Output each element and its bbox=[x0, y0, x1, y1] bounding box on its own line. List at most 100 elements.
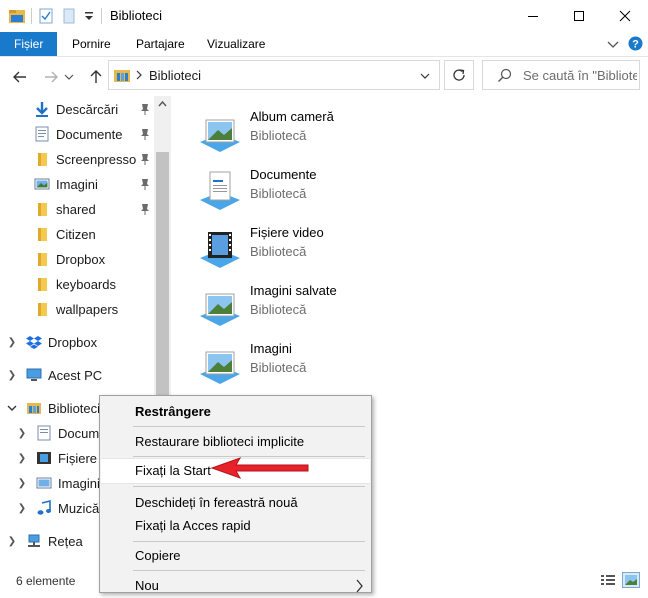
expand-chevron-icon[interactable]: ❯ bbox=[16, 502, 28, 514]
address-bar[interactable]: Biblioteci bbox=[108, 60, 440, 90]
expand-chevron-icon[interactable]: ❯ bbox=[16, 452, 28, 464]
close-button[interactable] bbox=[602, 0, 648, 32]
chevron-down-icon bbox=[64, 74, 74, 80]
pictures-icon bbox=[36, 477, 52, 489]
library-name: Documente bbox=[250, 167, 317, 182]
properties-icon[interactable] bbox=[38, 8, 54, 24]
nav-item-lib-pictures[interactable]: Imagini bbox=[36, 472, 100, 494]
menu-item-new[interactable]: Nou bbox=[101, 574, 370, 598]
tab-home[interactable]: Pornire bbox=[60, 32, 123, 56]
back-button[interactable] bbox=[9, 66, 31, 88]
menu-item-collapse[interactable]: Restrângere bbox=[101, 400, 370, 424]
nav-item-citizen[interactable]: Citizen bbox=[34, 223, 96, 245]
search-input[interactable]: Se caută în "Biblioteci" bbox=[523, 68, 637, 83]
nav-item-lib-music[interactable]: Muzică bbox=[36, 497, 99, 519]
nav-item-documents[interactable]: Documente bbox=[34, 123, 122, 145]
nav-item-label: Muzică bbox=[58, 500, 100, 516]
folder-icon bbox=[38, 278, 47, 291]
folder-icon bbox=[38, 303, 47, 316]
nav-item-label: Dropbox bbox=[48, 334, 98, 350]
tab-file[interactable]: Fișier bbox=[0, 32, 58, 56]
customize-toolbar-icon[interactable] bbox=[84, 8, 94, 24]
tab-view[interactable]: Vizualizare bbox=[195, 32, 277, 56]
pictures-library-icon bbox=[200, 351, 240, 384]
pin-icon[interactable] bbox=[139, 102, 151, 116]
pin-icon[interactable] bbox=[139, 177, 151, 191]
nav-item-label: Acest PC bbox=[48, 367, 103, 383]
nav-item-shared[interactable]: shared bbox=[34, 198, 96, 220]
folder-icon bbox=[38, 253, 47, 266]
library-item[interactable]: Fișiere video Bibliotecă bbox=[196, 224, 516, 282]
ribbon-tabs: Fișier Pornire Partajare Vizualizare ? bbox=[0, 32, 648, 57]
library-name: Imagini salvate bbox=[250, 283, 337, 298]
computer-icon bbox=[26, 368, 42, 381]
collapse-chevron-icon[interactable] bbox=[6, 402, 18, 414]
forward-button[interactable] bbox=[40, 66, 62, 88]
library-name: Fișiere video bbox=[250, 225, 324, 240]
expand-chevron-icon[interactable]: ❯ bbox=[6, 535, 18, 547]
library-item[interactable]: Imagini Bibliotecă bbox=[196, 340, 516, 398]
folder-icon bbox=[38, 203, 47, 216]
menu-item-restore-default-libraries[interactable]: Restaurare biblioteci implicite bbox=[101, 430, 370, 454]
pin-icon[interactable] bbox=[139, 202, 151, 216]
nav-item-dropbox[interactable]: Dropbox bbox=[26, 331, 97, 353]
minimize-button[interactable] bbox=[510, 0, 556, 32]
expand-chevron-icon[interactable]: ❯ bbox=[6, 336, 18, 348]
nav-item-downloads[interactable]: Descărcări bbox=[34, 98, 118, 120]
expand-ribbon-button[interactable] bbox=[606, 37, 620, 54]
library-item[interactable]: Documente Bibliotecă bbox=[196, 166, 516, 224]
maximize-button[interactable] bbox=[556, 0, 602, 32]
menu-separator bbox=[133, 426, 365, 427]
help-icon: ? bbox=[628, 36, 643, 51]
library-item[interactable]: Album cameră Bibliotecă bbox=[196, 108, 516, 166]
file-explorer-icon[interactable] bbox=[8, 8, 26, 24]
expand-chevron-icon[interactable]: ❯ bbox=[16, 477, 28, 489]
submenu-arrow-icon bbox=[356, 579, 363, 593]
menu-separator bbox=[133, 570, 365, 571]
large-icons-view-icon[interactable] bbox=[622, 572, 640, 588]
chevron-down-icon[interactable] bbox=[419, 70, 431, 82]
pictures-icon bbox=[34, 178, 50, 190]
videos-library-icon bbox=[200, 232, 240, 268]
nav-item-network[interactable]: Rețea bbox=[26, 530, 83, 552]
documents-library-icon bbox=[200, 171, 240, 210]
nav-item-label: Imagini bbox=[58, 475, 100, 491]
network-icon bbox=[28, 534, 40, 547]
tab-share[interactable]: Partajare bbox=[124, 32, 197, 56]
nav-item-label: Citizen bbox=[56, 226, 96, 242]
nav-item-screenpresso[interactable]: Screenpresso bbox=[34, 148, 136, 170]
nav-item-pictures[interactable]: Imagini bbox=[34, 173, 98, 195]
menu-item-open-in-new-window[interactable]: Deschideți în fereastră nouă bbox=[101, 491, 370, 515]
expand-chevron-icon[interactable]: ❯ bbox=[6, 369, 18, 381]
nav-item-keyboards[interactable]: keyboards bbox=[34, 273, 116, 295]
breadcrumb-chevron-icon[interactable] bbox=[135, 70, 143, 82]
menu-item-pin-to-quick-access[interactable]: Fixați la Acces rapid bbox=[101, 514, 370, 538]
search-box[interactable]: Se caută în "Biblioteci" bbox=[482, 60, 640, 90]
refresh-button[interactable] bbox=[444, 60, 474, 90]
expand-chevron-icon[interactable]: ❯ bbox=[16, 427, 28, 439]
up-button[interactable] bbox=[85, 66, 107, 88]
pin-icon[interactable] bbox=[139, 127, 151, 141]
saved-pictures-library-icon bbox=[200, 293, 240, 326]
recent-locations-button[interactable] bbox=[62, 66, 76, 88]
nav-item-label: Rețea bbox=[48, 533, 83, 549]
nav-item-libraries[interactable]: Biblioteci bbox=[26, 397, 100, 419]
library-item[interactable]: Imagini salvate Bibliotecă bbox=[196, 282, 516, 340]
menu-item-label: Nou bbox=[135, 578, 159, 593]
help-button[interactable]: ? bbox=[628, 36, 643, 54]
navigation-bar: Biblioteci Se caută în "Biblioteci" bbox=[0, 56, 648, 96]
nav-item-label: wallpapers bbox=[56, 301, 119, 317]
menu-item-label: Fixați la Start bbox=[135, 463, 211, 478]
pin-icon[interactable] bbox=[139, 152, 151, 166]
menu-separator bbox=[133, 541, 365, 542]
new-folder-icon[interactable] bbox=[62, 8, 76, 24]
scroll-up-icon[interactable] bbox=[158, 100, 167, 108]
menu-item-copy[interactable]: Copiere bbox=[101, 544, 370, 568]
arrow-left-icon bbox=[13, 71, 26, 83]
nav-item-this-pc[interactable]: Acest PC bbox=[26, 364, 102, 386]
title-bar: Biblioteci bbox=[0, 0, 648, 32]
nav-item-wallpapers[interactable]: wallpapers bbox=[34, 298, 118, 320]
nav-item-dropbox-folder[interactable]: Dropbox bbox=[34, 248, 105, 270]
details-view-icon[interactable] bbox=[600, 572, 616, 588]
breadcrumb-libraries[interactable]: Biblioteci bbox=[149, 68, 201, 83]
